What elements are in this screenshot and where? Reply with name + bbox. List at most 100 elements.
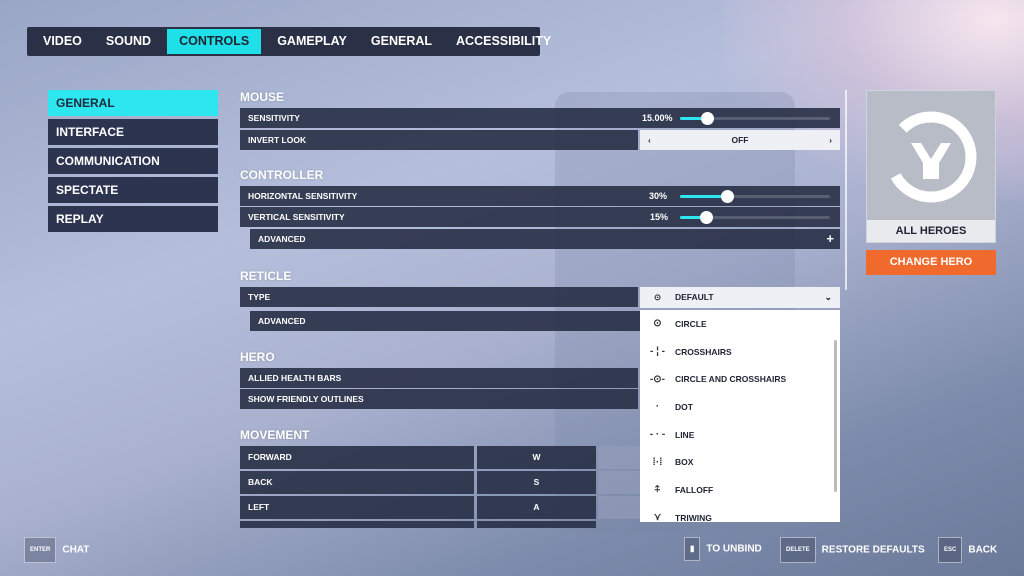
reticle-type-dropdown[interactable]: ⊙ DEFAULT ⌄ (640, 287, 840, 308)
mouse-sensitivity-value: 15.00% (642, 113, 673, 123)
tab-sound[interactable]: SOUND (94, 29, 163, 54)
reticle-circle-and-crosshairs-icon: -⊙- (649, 373, 666, 385)
enter-key-icon: ENTER (24, 537, 57, 563)
slider-knob[interactable] (699, 211, 713, 224)
label: ADVANCED (258, 316, 306, 326)
reticle-option[interactable]: ⍏ FALLOFF (640, 476, 840, 504)
option-label: TRIWING (675, 512, 712, 522)
reticle-option[interactable]: · DOT (640, 393, 840, 421)
chat-button[interactable]: ENTER CHAT (24, 537, 89, 563)
menu-communication[interactable]: COMMUNICATION (48, 148, 218, 174)
menu-replay[interactable]: REPLAY (48, 206, 218, 232)
label: INVERT LOOK (248, 135, 307, 145)
option-label: FALLOFF (675, 484, 714, 495)
label: SENSITIVITY (248, 113, 300, 123)
tab-controls[interactable]: CONTROLS (167, 29, 262, 54)
reticle-option[interactable]: -⊙- CIRCLE AND CROSSHAIRS (640, 365, 840, 393)
delete-key-icon: DELETE (780, 537, 816, 563)
tab-general[interactable]: GENERAL (359, 29, 444, 54)
slider-fill (680, 195, 727, 198)
key-binding-primary[interactable]: S (477, 471, 596, 494)
reticle-option[interactable]: ⋎ TRIWING (640, 504, 840, 522)
chevron-right-icon[interactable]: › (829, 130, 832, 150)
label: SHOW FRIENDLY OUTLINES (248, 394, 364, 404)
allied-health-bars-row[interactable]: ALLIED HEALTH BARS (240, 368, 638, 388)
reticle-box-icon: ⁞·⁞ (652, 456, 663, 468)
reticle-crosshairs-icon: - ¦ - (649, 346, 665, 358)
movement-action: FORWARD (240, 446, 474, 469)
label: CHAT (62, 544, 90, 556)
reticle-type-options: ⊙ CIRCLE - ¦ - CROSSHAIRS -⊙- CIRCLE AND CROS… (640, 310, 840, 522)
reticle-option[interactable]: - · - LINE (640, 421, 840, 449)
overwatch-logo-icon (885, 111, 977, 203)
label: HORIZONTAL SENSITIVITY (248, 191, 358, 201)
label: ALLIED HEALTH BARS (248, 373, 342, 383)
key-binding-primary[interactable]: A (477, 496, 596, 519)
hero-portrait: ALL HEROES (866, 90, 996, 243)
slider-knob[interactable] (720, 190, 734, 203)
label: BACK (968, 544, 998, 556)
label: RESTORE DEFAULTS (821, 544, 925, 556)
circle-reticle-icon: ⊙ (653, 292, 662, 302)
back-button[interactable]: ESC BACK (938, 537, 997, 563)
option-label: BOX (675, 457, 694, 468)
reticle-advanced-row[interactable]: ADVANCED (250, 311, 640, 331)
restore-defaults-button[interactable]: DELETE RESTORE DEFAULTS (780, 537, 925, 563)
top-tab-bar: VIDEO SOUND CONTROLS GAMEPLAY GENERAL AC… (27, 27, 551, 56)
slider-knob[interactable] (701, 112, 714, 125)
reticle-dot-icon: · (655, 401, 660, 413)
esc-key-icon: ESC (938, 537, 963, 563)
label: TYPE (248, 292, 271, 302)
section-movement: MOVEMENT (240, 428, 310, 442)
invert-look-value: OFF (731, 135, 749, 145)
key-binding-primary[interactable]: W (477, 446, 596, 469)
mouse-sensitivity-slider[interactable] (680, 112, 830, 125)
label: TO UNBIND (706, 543, 762, 555)
vertical-sensitivity-slider[interactable] (680, 211, 830, 224)
horizontal-sensitivity-value: 30% (649, 191, 668, 201)
tab-gameplay[interactable]: GAMEPLAY (265, 29, 359, 54)
mouse-icon: ▮ (684, 537, 701, 561)
section-controller: CONTROLLER (240, 168, 324, 182)
tab-video[interactable]: VIDEO (31, 29, 94, 54)
dropdown-scrollbar[interactable] (834, 340, 837, 492)
menu-interface[interactable]: INTERFACE (48, 119, 218, 145)
invert-look-selector[interactable]: ‹ OFF › (640, 130, 840, 150)
reticle-circle-icon: ⊙ (653, 318, 662, 330)
controller-advanced-row[interactable]: ADVANCED + (250, 229, 840, 249)
label: VERTICAL SENSITIVITY (248, 212, 345, 222)
option-label: LINE (675, 429, 695, 440)
menu-spectate[interactable]: SPECTATE (48, 177, 218, 203)
settings-scrollbar[interactable] (845, 90, 847, 290)
reticle-option[interactable]: ⁞·⁞ BOX (640, 448, 840, 476)
section-reticle: RETICLE (240, 269, 292, 283)
show-friendly-outlines-row[interactable]: SHOW FRIENDLY OUTLINES (240, 389, 638, 409)
reticle-triwing-icon: ⋎ (653, 512, 662, 522)
chevron-down-icon: ⌄ (824, 292, 832, 302)
vertical-sensitivity-value: 15% (650, 212, 669, 222)
change-hero-button[interactable]: CHANGE HERO (866, 250, 996, 275)
reticle-option[interactable]: - ¦ - CROSSHAIRS (640, 338, 840, 366)
plus-icon[interactable]: + (826, 229, 834, 249)
label: ADVANCED (258, 234, 306, 244)
section-hero: HERO (240, 350, 275, 364)
movement-row-partial (240, 521, 474, 528)
reticle-falloff-icon: ⍏ (654, 484, 661, 496)
tab-accessibility[interactable]: ACCESSIBILITY (444, 29, 563, 54)
reticle-line-icon: - · - (649, 429, 666, 441)
chevron-left-icon[interactable]: ‹ (648, 130, 651, 150)
unbind-hint[interactable]: ▮ TO UNBIND (684, 537, 762, 561)
option-label: CIRCLE AND CROSSHAIRS (675, 374, 787, 385)
option-label: CIRCLE (675, 318, 707, 329)
menu-general[interactable]: GENERAL (48, 90, 218, 116)
hero-name: ALL HEROES (867, 220, 995, 242)
reticle-type-row: TYPE (240, 287, 638, 307)
movement-row-partial (477, 521, 596, 528)
option-label: CROSSHAIRS (675, 346, 732, 357)
section-mouse: MOUSE (240, 90, 285, 104)
invert-look-row: INVERT LOOK (240, 130, 638, 150)
horizontal-sensitivity-slider[interactable] (680, 190, 830, 203)
movement-action: LEFT (240, 496, 474, 519)
reticle-type-value: DEFAULT (675, 292, 714, 302)
reticle-option[interactable]: ⊙ CIRCLE (640, 310, 840, 338)
